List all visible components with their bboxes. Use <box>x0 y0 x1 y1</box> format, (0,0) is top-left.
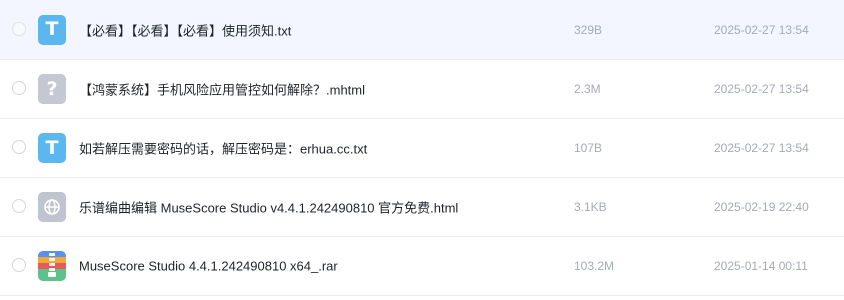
file-name[interactable]: 如若解压需要密码的话，解压密码是：erhua.cc.txt <box>79 139 367 158</box>
file-date: 2025-02-27 13:54 <box>714 22 809 37</box>
row-checkbox[interactable] <box>12 258 26 272</box>
file-size: 107B <box>574 141 603 155</box>
row-checkbox[interactable] <box>12 81 26 95</box>
unknown-file-icon: ? <box>38 74 66 104</box>
file-size: 2.3M <box>574 82 601 96</box>
file-name[interactable]: 【鸿蒙系统】手机风险应用管控如何解除？.mhtml <box>79 80 365 99</box>
file-date: 2025-02-19 22:40 <box>714 200 809 214</box>
rar-archive-icon <box>38 251 66 281</box>
file-name[interactable]: 【必看】【必看】【必看】使用须知.txt <box>79 20 291 39</box>
file-name[interactable]: MuseScore Studio 4.4.1.242490810 x64_.ra… <box>79 259 338 274</box>
file-row[interactable]: ? 【鸿蒙系统】手机风险应用管控如何解除？.mhtml 2.3M 2025-02… <box>0 60 844 119</box>
file-row[interactable]: MuseScore Studio 4.4.1.242490810 x64_.ra… <box>0 237 844 296</box>
file-size: 329B <box>574 22 603 37</box>
file-row[interactable]: T 如若解压需要密码的话，解压密码是：erhua.cc.txt 107B 202… <box>0 119 844 178</box>
row-checkbox[interactable] <box>12 199 26 213</box>
file-size: 103.2M <box>574 259 615 273</box>
file-list: T 【必看】【必看】【必看】使用须知.txt 329B 2025-02-27 1… <box>0 0 844 296</box>
file-date: 2025-01-14 00:11 <box>714 259 808 273</box>
file-size: 3.1KB <box>574 200 607 214</box>
file-row[interactable]: 乐谱编曲编辑 MuseScore Studio v4.4.1.242490810… <box>0 178 844 237</box>
file-date: 2025-02-27 13:54 <box>714 82 809 96</box>
file-name[interactable]: 乐谱编曲编辑 MuseScore Studio v4.4.1.242490810… <box>79 198 458 217</box>
file-date: 2025-02-27 13:54 <box>714 141 809 155</box>
row-checkbox[interactable] <box>12 21 26 36</box>
txt-file-icon: T <box>38 133 66 163</box>
txt-file-icon: T <box>38 14 66 45</box>
row-checkbox[interactable] <box>12 140 26 154</box>
file-row[interactable]: T 【必看】【必看】【必看】使用须知.txt 329B 2025-02-27 1… <box>0 0 844 60</box>
html-globe-icon <box>38 192 66 222</box>
